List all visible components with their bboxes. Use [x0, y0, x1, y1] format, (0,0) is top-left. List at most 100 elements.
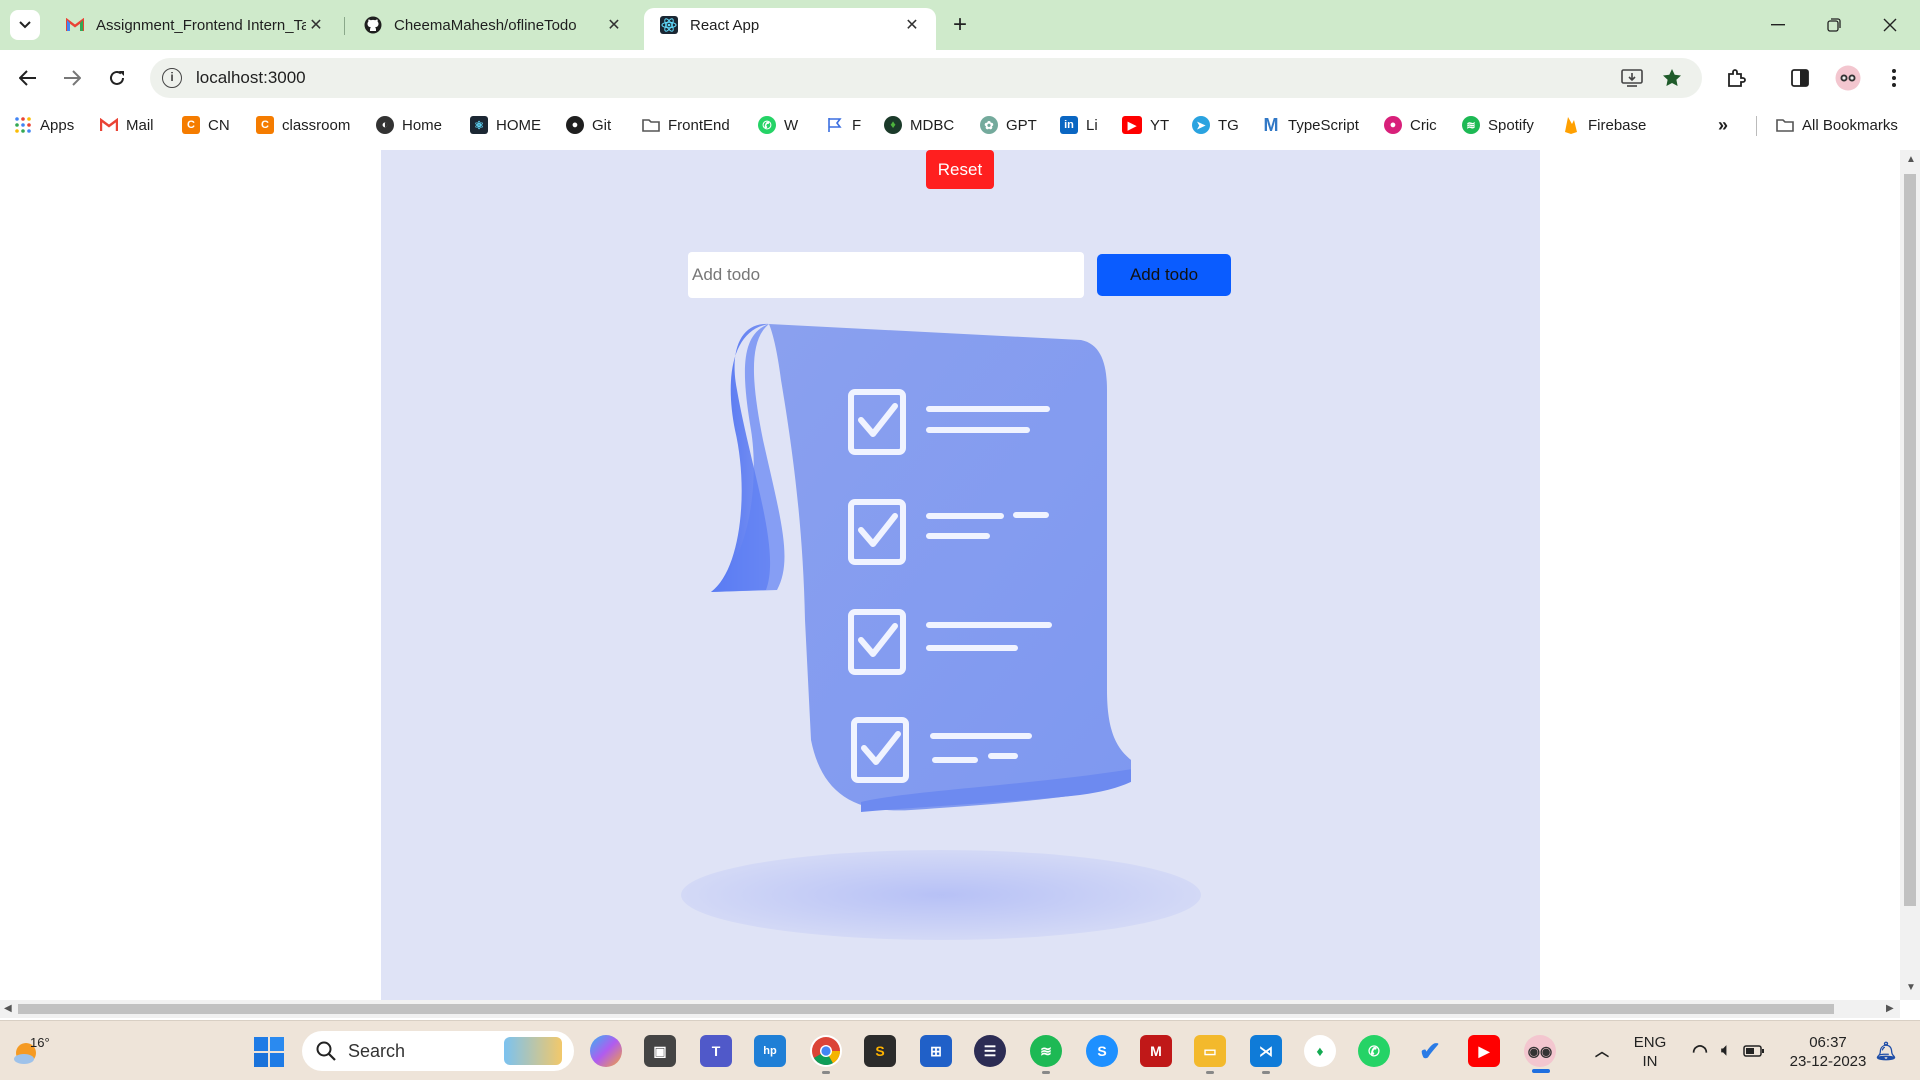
- bookmark-home-react[interactable]: ⚛ HOME: [470, 114, 541, 136]
- bookmark-mail[interactable]: Mail: [100, 114, 154, 136]
- more-bookmarks-chevron-icon[interactable]: »: [1718, 114, 1728, 136]
- close-window-button[interactable]: [1870, 10, 1910, 40]
- bookmark-cn[interactable]: C CN: [182, 114, 230, 136]
- bookmark-firebase[interactable]: Firebase: [1562, 114, 1646, 136]
- side-panel-button[interactable]: [1784, 62, 1816, 94]
- skype-icon[interactable]: S: [1086, 1035, 1118, 1067]
- add-todo-button[interactable]: Add todo: [1097, 254, 1231, 296]
- input-language[interactable]: ENG IN: [1628, 1033, 1672, 1071]
- chatgpt-icon: ✿: [980, 116, 998, 134]
- vertical-scroll-thumb[interactable]: [1904, 174, 1916, 906]
- vscode-icon[interactable]: ⋊: [1250, 1035, 1282, 1067]
- start-button[interactable]: [254, 1037, 284, 1067]
- scroll-left-icon[interactable]: ◀: [4, 1003, 12, 1014]
- tab-github[interactable]: CheemaMahesh/oflineTodo ✕: [348, 8, 638, 42]
- browser-menu-button[interactable]: [1878, 62, 1910, 94]
- bookmark-git[interactable]: ● Git: [566, 114, 611, 136]
- site-info-icon[interactable]: i: [162, 68, 182, 88]
- close-tab-icon[interactable]: ✕: [604, 15, 624, 35]
- bookmark-home[interactable]: ◐ Home: [376, 114, 442, 136]
- bookmark-mdbc[interactable]: ♦ MDBC: [884, 114, 954, 136]
- bookmark-linkedin[interactable]: in Li: [1060, 114, 1098, 136]
- profile-avatar[interactable]: [1832, 62, 1864, 94]
- bookmark-spotify[interactable]: ≋ Spotify: [1462, 114, 1534, 136]
- scroll-right-icon[interactable]: ▶: [1886, 1003, 1894, 1014]
- language-code: ENG: [1633, 1034, 1667, 1051]
- tab-gmail[interactable]: Assignment_Frontend Intern_Ta ✕: [50, 8, 340, 42]
- mcafee-icon[interactable]: M: [1140, 1035, 1172, 1067]
- bookmark-telegram[interactable]: ➤ TG: [1192, 114, 1239, 136]
- bookmark-typescript[interactable]: M TypeScript: [1262, 114, 1359, 136]
- bookmark-classroom[interactable]: C classroom: [256, 114, 350, 136]
- sublime-text-icon[interactable]: S: [864, 1035, 896, 1067]
- bookmark-label: MDBC: [910, 116, 955, 134]
- add-todo-input[interactable]: [688, 252, 1084, 298]
- youtube-icon[interactable]: ▶: [1468, 1035, 1500, 1067]
- windows-taskbar: 16° Search ▣ T hp S ⊞ ☰ ≋ S M ▭ ⋊ ♦ ✆ ✔ …: [0, 1020, 1920, 1080]
- checklist-illustration: [711, 323, 1131, 812]
- close-tab-icon[interactable]: ✕: [902, 15, 922, 35]
- eclipse-icon[interactable]: ☰: [974, 1035, 1006, 1067]
- reload-button[interactable]: [101, 62, 133, 94]
- avatar-icon: [1835, 65, 1861, 91]
- back-button[interactable]: [12, 62, 44, 94]
- close-tab-icon[interactable]: ✕: [306, 15, 326, 35]
- clock-time: 06:37: [1809, 1034, 1847, 1051]
- clock[interactable]: 06:37 23-12-2023: [1780, 1033, 1876, 1071]
- task-view-icon[interactable]: ▣: [644, 1035, 676, 1067]
- address-bar[interactable]: i localhost:3000: [150, 58, 1702, 98]
- mongodb-icon: ♦: [884, 116, 902, 134]
- all-bookmarks-button[interactable]: All Bookmarks: [1776, 114, 1898, 136]
- clock-date: 23-12-2023: [1789, 1053, 1867, 1070]
- restore-button[interactable]: [1814, 10, 1854, 40]
- minimize-button[interactable]: [1758, 10, 1798, 40]
- bookmark-apps[interactable]: Apps: [14, 114, 74, 136]
- chrome-profile-icon[interactable]: ◉◉: [1524, 1035, 1556, 1067]
- weather-widget[interactable]: 16°: [12, 1035, 72, 1069]
- notification-bell-icon[interactable]: 🔔︎: [1870, 1035, 1902, 1067]
- show-hidden-icons-chevron-icon[interactable]: ︿: [1586, 1035, 1618, 1067]
- copilot-icon[interactable]: [590, 1035, 622, 1067]
- microsoft-store-icon[interactable]: ⊞: [920, 1035, 952, 1067]
- firebase-icon: [1562, 116, 1580, 134]
- search-highlight-illustration: [504, 1037, 562, 1065]
- todo-check-icon[interactable]: ✔: [1414, 1035, 1446, 1067]
- reset-button[interactable]: Reset: [926, 150, 994, 189]
- bookmark-gpt[interactable]: ✿ GPT: [980, 114, 1037, 136]
- tab-strip: Assignment_Frontend Intern_Ta ✕ CheemaMa…: [0, 0, 1920, 50]
- flag-icon: [826, 116, 844, 134]
- new-tab-button[interactable]: +: [946, 12, 974, 40]
- myhp-icon[interactable]: hp: [754, 1035, 786, 1067]
- tab-search-button[interactable]: [10, 10, 40, 40]
- tab-divider: [344, 17, 345, 35]
- bookmark-label: Firebase: [1588, 116, 1647, 134]
- tab-react-app[interactable]: React App ✕: [644, 8, 936, 50]
- gmail-icon: [66, 16, 84, 34]
- tab-title: Assignment_Frontend Intern_Ta: [96, 16, 306, 34]
- scroll-down-icon[interactable]: ▼: [1906, 982, 1916, 993]
- horizontal-scrollbar[interactable]: ◀ ▶: [0, 1000, 1900, 1018]
- battery-icon[interactable]: [1738, 1035, 1770, 1067]
- bookmark-star-icon[interactable]: [1660, 66, 1684, 90]
- bookmark-whatsapp[interactable]: ✆ W: [758, 114, 798, 136]
- teams-icon[interactable]: T: [700, 1035, 732, 1067]
- install-app-icon[interactable]: [1620, 66, 1644, 90]
- bookmark-f[interactable]: F: [826, 114, 861, 136]
- vertical-scrollbar[interactable]: ▲ ▼: [1900, 150, 1920, 1000]
- file-explorer-icon[interactable]: ▭: [1194, 1035, 1226, 1067]
- youtube-icon: ▶: [1122, 116, 1142, 134]
- spotify-icon[interactable]: ≋: [1030, 1035, 1062, 1067]
- mongodb-compass-icon[interactable]: ♦: [1304, 1035, 1336, 1067]
- bookmark-cric[interactable]: ● Cric: [1384, 114, 1437, 136]
- extensions-button[interactable]: [1720, 62, 1752, 94]
- whatsapp-icon[interactable]: ✆: [1358, 1035, 1390, 1067]
- scroll-up-icon[interactable]: ▲: [1906, 154, 1916, 165]
- taskbar-search[interactable]: Search: [302, 1031, 574, 1071]
- chrome-icon[interactable]: [810, 1035, 842, 1067]
- bookmark-youtube[interactable]: ▶ YT: [1122, 114, 1169, 136]
- forward-button[interactable]: [56, 62, 88, 94]
- search-icon: [316, 1041, 336, 1061]
- horizontal-scroll-thumb[interactable]: [18, 1004, 1834, 1014]
- bookmark-frontend-folder[interactable]: FrontEnd: [642, 114, 730, 136]
- typescript-icon: M: [1263, 114, 1279, 135]
